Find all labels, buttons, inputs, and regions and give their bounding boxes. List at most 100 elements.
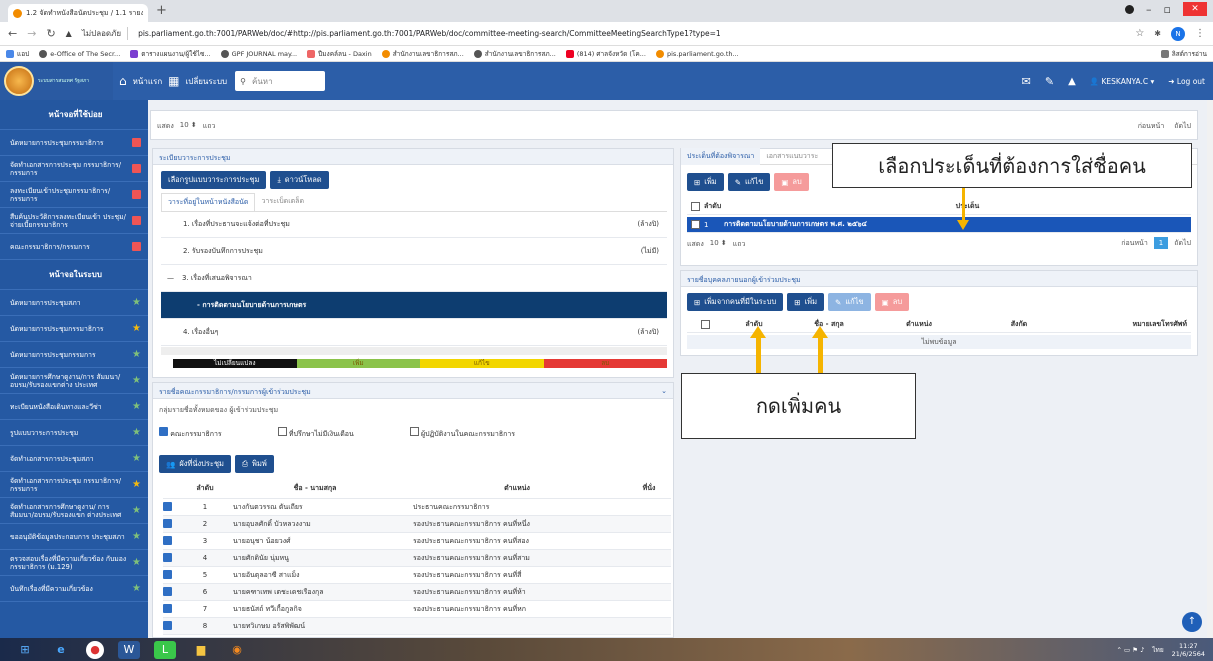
page-size-select[interactable]: 10 ⬍ — [180, 121, 197, 132]
favorite-star-icon[interactable]: ★ — [132, 375, 141, 385]
folder-icon[interactable]: ▆ — [190, 641, 212, 659]
bookmark-item[interactable]: e-Office of The Secr... — [39, 49, 120, 58]
agenda-item[interactable]: 4. เรื่องอื่นๆ (ล้างปิ) — [161, 319, 667, 346]
ie-icon[interactable]: e — [50, 641, 72, 659]
reading-list[interactable]: ลิสต์การอ่าน — [1160, 49, 1207, 59]
remove-favorite-icon[interactable] — [132, 138, 141, 147]
scroll-top-button[interactable]: ↑ — [1182, 612, 1202, 632]
row-checkbox[interactable] — [163, 535, 172, 545]
favorite-star-icon[interactable]: ★ — [132, 505, 141, 515]
home-icon[interactable]: ⌂ — [119, 74, 127, 88]
sidebar-item[interactable]: นัดหมายการประชุมกรรมการ ★ — [0, 342, 148, 368]
table-row[interactable]: 6 นายคฑาเทพ เตชะเดชเรืองกุล รองประธานคณะกร… — [163, 584, 671, 601]
new-tab-button[interactable]: + — [156, 4, 167, 18]
table-row[interactable]: 3 นายอนุชา น้อยวงศ์ รองประธานคณะกรรมาธิการ… — [163, 533, 671, 550]
sidebar-item[interactable]: จัดทำเอกสารการประชุม กรรมาธิการ/กรรมการ — [0, 156, 148, 182]
favorite-star-icon[interactable]: ★ — [132, 583, 141, 593]
sidebar-item[interactable]: ตรวจสอบเรื่องที่มีความเกี่ยวข้อง กับมองก… — [0, 550, 148, 576]
switch-system-link[interactable]: เปลี่ยนระบบ — [186, 75, 228, 88]
sidebar-item[interactable]: จัดทำเอกสารการศึกษาดูงาน/ การสัมมนา/อบรม… — [0, 498, 148, 524]
table-row[interactable]: 7 นายธนัสถ์ ทวีเกื้อกูลกิจ รองประธานคณะกรร… — [163, 601, 671, 618]
sidebar-item[interactable]: นัดหมายการประชุมกรรมาธิการ ★ — [0, 316, 148, 342]
menu-icon[interactable]: ⋮ — [1195, 28, 1205, 39]
issue-prev-page[interactable]: ก่อนหน้า — [1121, 238, 1148, 249]
favorite-star-icon[interactable]: ★ — [132, 323, 141, 333]
table-row[interactable]: 8 นายทวิเกษม อรัสพิพัฒน์ — [163, 618, 671, 635]
checkbox-advisor[interactable]: ที่ปรึกษาไม่มีเงินเดือน — [277, 427, 354, 440]
issue-row-selected[interactable]: 1 การติดตามนโยบายด้านการเกษตร พ.ศ. ๒๕๖๔ — [687, 217, 1191, 233]
browser-tab[interactable]: 1.2 จัดทำหนังสือนัดประชุม / 1.1 รายงาน × — [8, 4, 148, 22]
issue-row-checkbox[interactable] — [691, 220, 700, 229]
favorite-star-icon[interactable]: ★ — [132, 531, 141, 541]
select-agenda-format-button[interactable]: เลือกรูปแบบวาระการประชุม — [161, 171, 267, 189]
maximize-icon[interactable]: ▫ — [1164, 3, 1171, 16]
sidebar-item[interactable]: นัดหมายการประชุมสภา ★ — [0, 290, 148, 316]
tab-other-agenda[interactable]: วาระเบ็ดเตล็ด — [255, 193, 310, 211]
favorite-star-icon[interactable]: ★ — [132, 453, 141, 463]
table-row[interactable]: 4 นายศักดินัย นุ่มหนู รองประธานคณะกรรมาธิก… — [163, 550, 671, 567]
favorite-star-icon[interactable]: ★ — [132, 401, 141, 411]
agenda-item[interactable]: — 3. เรื่องที่เสนอพิจารณา — [161, 265, 667, 292]
tab-agenda-in-letter[interactable]: วาระที่อยู่ในหน้าหนังสือนัด — [161, 193, 256, 211]
tab-attachments[interactable]: เอกสารแนบวาระ — [760, 148, 824, 165]
chrome-icon[interactable]: ● — [86, 640, 104, 659]
sidebar-item[interactable]: คณะกรรมาธิการ/กรรมการ — [0, 234, 148, 260]
sidebar-item[interactable]: ลงทะเบียนเข้าประชุมกรรมาธิการ/ กรรมการ — [0, 182, 148, 208]
next-page-button[interactable]: ถัดไป — [1174, 121, 1191, 132]
favorite-star-icon[interactable]: ★ — [132, 427, 141, 437]
sidebar-item[interactable]: นัดหมายการศึกษาดูงาน/การ สัมมนา/อบรม/รับ… — [0, 368, 148, 394]
tray-icons[interactable]: ⌃ ▭ ⚑ ♪ — [1117, 646, 1145, 654]
grid-icon[interactable]: ▦ — [168, 74, 179, 88]
sidebar-item[interactable]: สืบค้นประวัติการลงทะเบียนเข้า ประชุม/จ่า… — [0, 208, 148, 234]
checkbox-committee[interactable]: คณะกรรมาธิการ — [159, 427, 222, 440]
windows-start-icon[interactable]: ⊞ — [14, 641, 36, 659]
logout-link[interactable]: ➜ Log out — [1168, 77, 1205, 86]
remove-favorite-icon[interactable] — [132, 164, 141, 173]
issue-page-size-select[interactable]: 10 ⬍ — [710, 239, 727, 250]
reload-icon[interactable]: ↻ — [46, 27, 55, 40]
url-field[interactable]: pis.parliament.go.th:7001/PARWeb/doc/#ht… — [138, 29, 1125, 38]
seat-layout-button[interactable]: 👥 ผังที่นั่งประชุม — [159, 455, 231, 473]
word-icon[interactable]: W — [118, 640, 140, 659]
agenda-item[interactable]: - การติดตามนโยบายด้านการเกษตร — [161, 292, 667, 319]
row-checkbox[interactable] — [163, 603, 172, 613]
horizontal-scrollbar[interactable] — [161, 347, 667, 355]
bookmark-item[interactable]: GPF JOURNAL may... — [220, 49, 297, 58]
collapse-chevron-icon[interactable]: ⌄ — [661, 387, 667, 395]
bookmark-item[interactable]: ปีมงคล์ลน - Daxin — [307, 49, 372, 59]
extensions-icon[interactable]: ✱ — [1154, 29, 1161, 38]
bookmark-item[interactable]: ตารางแผนงาน/ผู้ใช้ไซ... — [130, 49, 211, 59]
row-checkbox[interactable] — [163, 501, 172, 511]
table-row[interactable]: 1 นางกันตวรรณ ตันเถียร ประธานคณะกรรมาธิการ — [163, 499, 671, 516]
mail-icon[interactable]: ✉ — [1022, 75, 1031, 88]
sidebar-item[interactable]: รูปแบบวาระการประชุม ★ — [0, 420, 148, 446]
forward-icon[interactable]: → — [27, 27, 36, 40]
download-button[interactable]: ⤓ ดาวน์โหลด — [270, 171, 329, 189]
tab-issues[interactable]: ประเด็นที่ต้องพิจารณา — [681, 148, 761, 165]
edit-icon[interactable]: ✎ — [1045, 75, 1054, 88]
issue-delete-button[interactable]: ▣ ลบ — [774, 173, 809, 191]
search-box[interactable]: ⚲ ค้นหา — [235, 71, 326, 91]
agenda-item[interactable]: 1. เรื่องที่ประธานจะแจ้งต่อที่ประชุม (ล้า… — [161, 211, 667, 238]
favorite-star-icon[interactable]: ★ — [132, 557, 141, 567]
collapse-icon[interactable]: — — [167, 274, 174, 282]
alert-icon[interactable]: ▲ — [1068, 76, 1076, 87]
sidebar-item[interactable]: จัดทำเอกสารการประชุม กรรมาธิการ/กรรมการ ★ — [0, 472, 148, 498]
user-menu[interactable]: 👤 KESKANYA.C ▾ — [1090, 77, 1154, 86]
issue-add-button[interactable]: ⊞ เพิ่ม — [687, 173, 724, 191]
minimize-icon[interactable]: – — [1146, 3, 1152, 16]
search-input[interactable]: ค้นหา — [252, 75, 273, 88]
sidebar-item[interactable]: ขออนุมัติข้อมูลประกอบการ ประชุมสภา ★ — [0, 524, 148, 550]
sidebar-item[interactable]: ทะเบียนหนังสือเดินทางและวีซ่า ★ — [0, 394, 148, 420]
remove-favorite-icon[interactable] — [132, 242, 141, 251]
prev-page-button[interactable]: ก่อนหน้า — [1138, 121, 1165, 132]
issue-page-number[interactable]: 1 — [1153, 237, 1169, 249]
outsider-delete-button[interactable]: ▣ ลบ — [874, 293, 910, 311]
issue-next-page[interactable]: ถัดไป — [1174, 238, 1191, 249]
clock[interactable]: 11:27 21/6/2564 — [1172, 642, 1205, 658]
input-language[interactable]: ไทย — [1152, 645, 1163, 655]
outsider-edit-button[interactable]: ✎ แก้ไข — [828, 293, 871, 311]
outsider-add-button[interactable]: ⊞ เพิ่ม — [787, 293, 825, 311]
bookmark-item[interactable]: (814) ศาลจังหวัด (โค... — [565, 49, 646, 59]
back-icon[interactable]: ← — [8, 27, 17, 40]
